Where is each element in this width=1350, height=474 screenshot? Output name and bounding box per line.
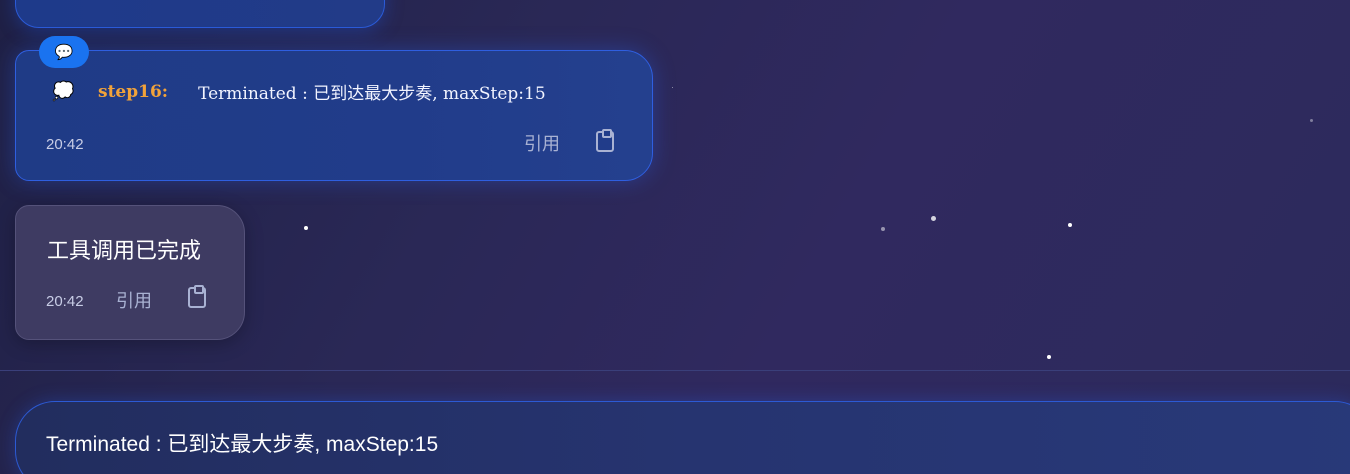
quote-button[interactable]: 引用 (116, 287, 152, 313)
previous-message-bubble (15, 0, 385, 28)
message-input[interactable]: Terminated : 已到达最大步奏, maxStep:15 (15, 401, 1350, 474)
quote-button[interactable]: 引用 (524, 130, 560, 156)
clipboard-icon[interactable] (596, 129, 614, 152)
star-decoration (1047, 355, 1051, 359)
step-text: Terminated : 已到达最大步奏, maxStep:15 (198, 84, 546, 104)
star-decoration (672, 87, 673, 88)
clipboard-icon[interactable] (188, 285, 206, 308)
star-decoration (1310, 119, 1313, 122)
divider (0, 370, 1350, 371)
message-time: 20:42 (46, 136, 84, 153)
star-decoration (931, 216, 936, 221)
message-text: 工具调用已完成 (47, 238, 202, 263)
input-value[interactable]: Terminated : 已到达最大步奏, maxStep:15 (46, 428, 438, 458)
star-decoration (1068, 223, 1072, 227)
tool-step-message: 💭 step16: Terminated : 已到达最大步奏, maxStep:… (15, 50, 653, 181)
speech-bubble-icon: 💬 (39, 36, 89, 68)
step-content: 💭 step16: Terminated : 已到达最大步奏, maxStep:… (52, 79, 546, 104)
star-decoration (304, 226, 308, 230)
assistant-message: 工具调用已完成 20:42 引用 (15, 205, 245, 340)
message-time: 20:42 (46, 293, 84, 310)
star-decoration (881, 227, 885, 231)
thought-bubble-icon: 💭 (52, 81, 75, 101)
step-label: step16: (98, 81, 169, 102)
